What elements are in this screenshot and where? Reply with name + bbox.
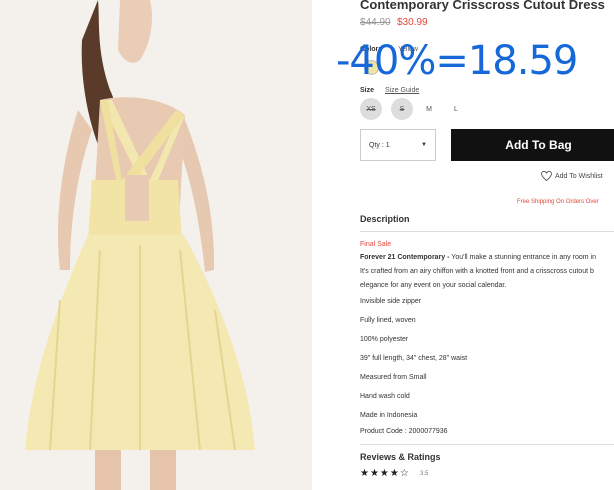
detail-item: 100% polyester (360, 336, 409, 343)
product-code: Product Code : 2000077936 (360, 428, 448, 435)
description-line-3: elegance for any event on your social ca… (360, 282, 507, 289)
size-option-s[interactable]: S (391, 98, 413, 120)
description-heading: Description (360, 214, 410, 224)
add-to-bag-button[interactable]: Add To Bag (451, 129, 614, 161)
final-sale-label: Final Sale (360, 241, 392, 248)
dress-illustration (0, 0, 312, 490)
heart-icon (541, 171, 552, 181)
reviews-heading: Reviews & Ratings (360, 452, 441, 462)
wishlist-label: Add To Wishlist (555, 172, 603, 180)
description-line-2: It's crafted from an airy chiffon with a… (360, 268, 594, 275)
product-detail-pane: Contemporary Crisscross Cutout Dress $44… (312, 0, 614, 490)
discount-overlay: -40%=18.59 (336, 38, 578, 84)
detail-item: Made in Indonesia (360, 412, 418, 419)
divider (360, 231, 614, 232)
size-guide-link[interactable]: Size Guide (385, 87, 419, 94)
star-rating-icon[interactable]: ★★★★☆ (360, 468, 410, 479)
detail-item: 39" full length, 34" chest, 28" waist (360, 355, 468, 362)
brand-name: Forever 21 Contemporary - (360, 254, 450, 261)
divider (360, 444, 614, 445)
size-option-xs[interactable]: XS (360, 98, 382, 120)
product-photo (0, 0, 312, 490)
free-shipping-notice: Free Shipping On Orders Over (517, 199, 599, 205)
description-text-1: You'll make a stunning entrance in any r… (449, 254, 596, 261)
original-price: $44.90 (360, 17, 391, 28)
size-option-m[interactable]: M (418, 98, 440, 120)
detail-item: Measured from Small (360, 374, 427, 381)
quantity-value: Qty : 1 (369, 141, 390, 149)
detail-item: Hand wash cold (360, 393, 410, 400)
add-to-wishlist-link[interactable]: Add To Wishlist (541, 171, 603, 181)
quantity-select[interactable]: Qty : 1 ▼ (360, 129, 436, 161)
size-option-l[interactable]: L (445, 98, 467, 120)
description-line-1: Forever 21 Contemporary - You'll make a … (360, 254, 596, 261)
detail-item: Fully lined, woven (360, 317, 416, 324)
sale-price: $30.99 (397, 17, 428, 28)
rating-value: 3.5 (420, 471, 429, 477)
size-label: Size (360, 87, 375, 94)
detail-item: Invisible side zipper (360, 298, 422, 305)
product-title: Contemporary Crisscross Cutout Dress (360, 0, 605, 12)
dropdown-arrow-icon: ▼ (421, 142, 427, 148)
